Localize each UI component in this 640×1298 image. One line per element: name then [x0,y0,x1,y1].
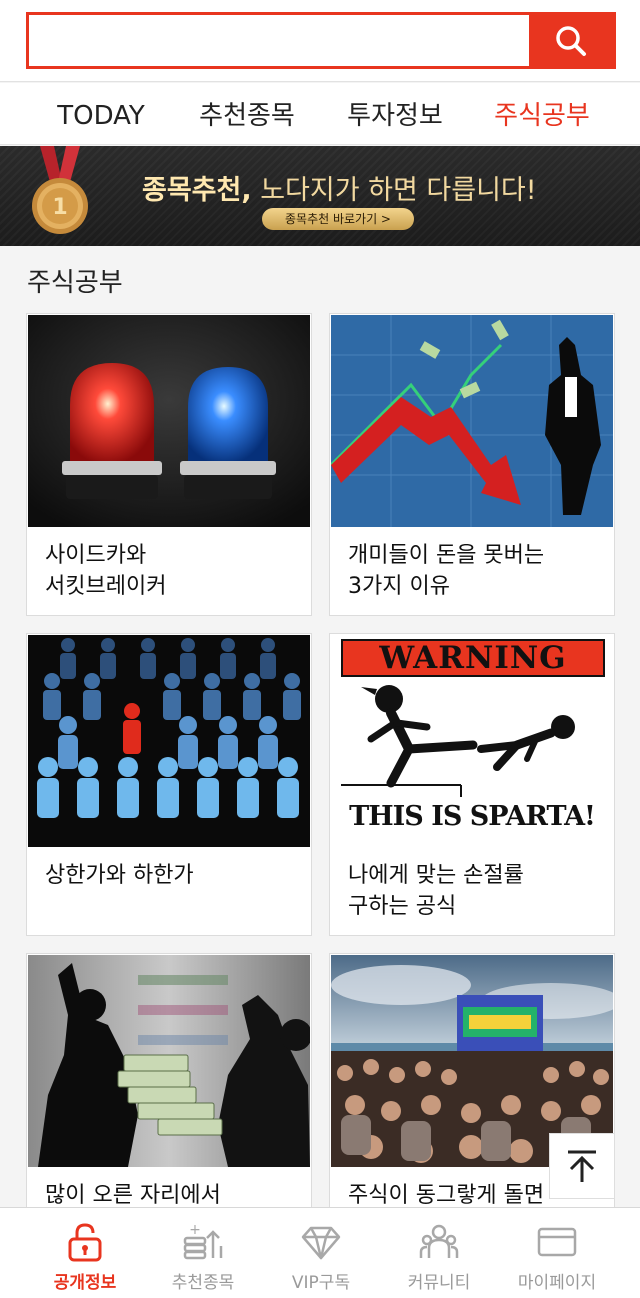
header [0,0,640,82]
banner-headline: 종목추천, 노다지가 하면 다릅니다! [142,168,537,207]
search-icon [556,25,586,56]
gold-medal-icon: 1 [24,146,96,246]
banner-headline-rest: 노다지가 하면 다릅니다! [251,175,537,206]
warning-sign-label: WARNING [341,639,605,677]
search-box [26,12,616,69]
coin-stack-arrow-icon: + [183,1222,223,1260]
article-card[interactable]: WARNING THIS IS SPARTA! 나에게 맞는 손절률 구하는 공… [329,633,615,936]
article-title: 나에게 맞는 손절률 구하는 공식 [348,863,524,919]
warning-this-is-sparta-image: WARNING THIS IS SPARTA! [331,635,613,847]
bottom-nav-community[interactable]: 커뮤니티 [380,1208,498,1298]
tab-stock-study[interactable]: 주식공부 [488,83,596,145]
scroll-to-top-button[interactable] [549,1133,615,1199]
sparta-caption-label: THIS IS SPARTA! [349,801,596,832]
bottom-nav-label: 커뮤니티 [407,1273,471,1293]
section-title: 주식공부 [27,268,123,298]
banner-headline-bold: 종목추천, [142,175,252,206]
bottom-nav-recommended[interactable]: + 추천종목 [144,1208,262,1298]
tab-recommended-stocks[interactable]: 추천종목 [194,83,300,145]
article-title: 개미들이 돈을 못버는 3가지 이유 [348,543,545,599]
diamond-icon [301,1226,341,1260]
banner-cta-button[interactable]: 종목추천 바로가기 > [262,208,414,230]
article-title: 사이드카와 서킷브레이커 [45,543,167,599]
article-card[interactable]: 사이드카와 서킷브레이커 [26,313,312,616]
svg-text:1: 1 [52,195,67,220]
bottom-nav-public-info[interactable]: 공개정보 [26,1208,144,1298]
people-group-icon [419,1224,459,1258]
card-icon [537,1227,577,1257]
promo-banner[interactable]: 1 종목추천, 노다지가 하면 다릅니다! 종목추천 바로가기 > [0,146,640,246]
unlocked-padlock-icon [68,1223,102,1262]
arrow-up-to-top-icon [568,1150,596,1182]
tab-today[interactable]: TODAY [56,83,146,145]
bottom-nav-vip[interactable]: VIP구독 [262,1208,380,1298]
article-card[interactable]: 상한가와 하한가 [26,633,312,936]
bottom-nav-mypage[interactable]: 마이페이지 [498,1208,616,1298]
bottom-nav-label: VIP구독 [291,1273,351,1293]
bottom-nav-label: 마이페이지 [517,1273,597,1293]
money-stack-silhouettes-image [28,955,310,1167]
bottom-nav-label: 공개정보 [53,1273,117,1293]
svg-text:+: + [189,1222,201,1238]
bottom-nav-label: 추천종목 [171,1273,235,1293]
top-nav: TODAY 추천종목 투자정보 주식공부 [0,83,640,145]
siren-lights-image [28,315,310,527]
falling-stock-chart-image [331,315,613,527]
article-title: 상한가와 하한가 [45,863,194,888]
article-card[interactable]: 개미들이 돈을 못버는 3가지 이유 [329,313,615,616]
tab-investment-info[interactable]: 투자정보 [342,83,448,145]
crowd-figures-image [28,635,310,847]
search-input[interactable] [29,15,533,66]
search-button[interactable] [529,15,613,66]
bottom-nav: 공개정보 + 추천종목 VIP구독 커뮤니티 마이페이지 [0,1207,640,1298]
